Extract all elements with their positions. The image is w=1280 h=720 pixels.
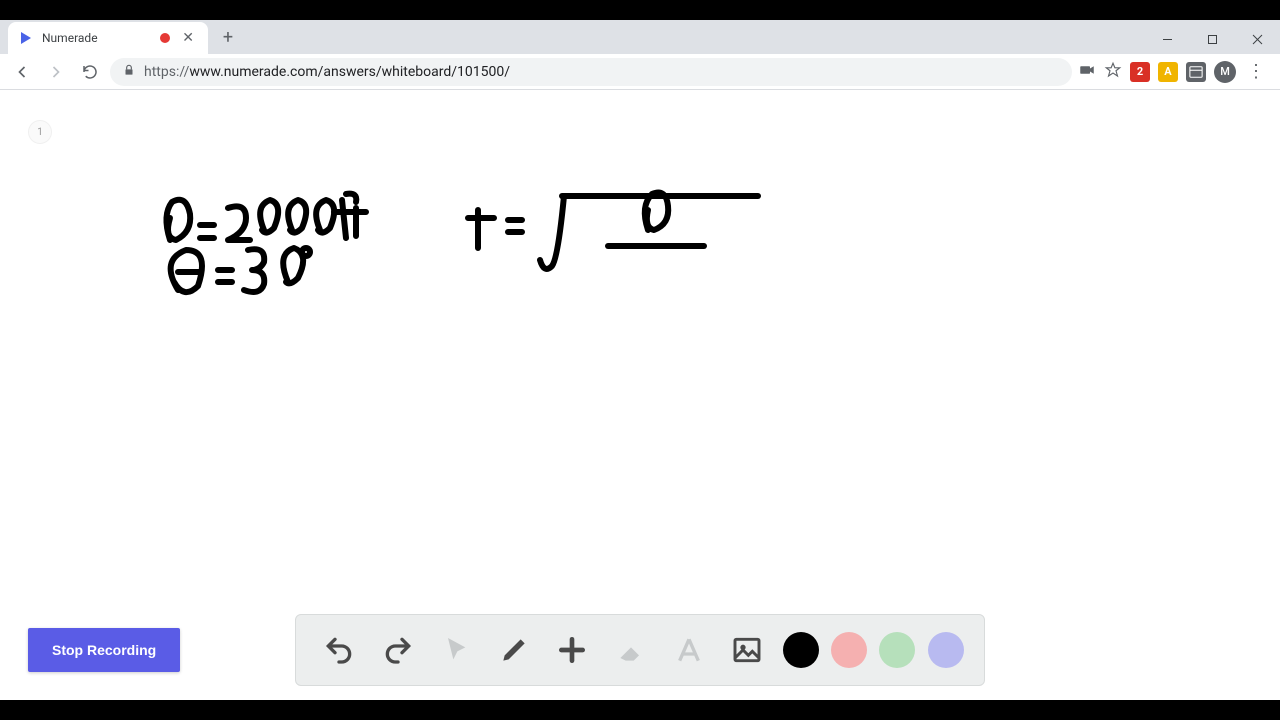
- browser-tab[interactable]: Numerade ✕: [8, 22, 208, 54]
- lock-icon: [122, 63, 136, 81]
- redo-button[interactable]: [375, 627, 421, 673]
- maximize-button[interactable]: [1190, 24, 1235, 54]
- image-tool[interactable]: [724, 627, 770, 673]
- minimize-button[interactable]: [1145, 24, 1190, 54]
- forward-button[interactable]: [42, 58, 70, 86]
- text-tool[interactable]: [666, 627, 712, 673]
- url-text: https://www.numerade.com/answers/whitebo…: [144, 64, 510, 80]
- whiteboard-toolbar: [295, 614, 985, 686]
- tab-close-icon[interactable]: ✕: [178, 30, 198, 46]
- extension-badge-3[interactable]: [1186, 62, 1206, 82]
- tab-strip: Numerade ✕ +: [0, 20, 1280, 54]
- whiteboard-canvas[interactable]: [0, 90, 1280, 700]
- pen-tool[interactable]: [491, 627, 537, 673]
- close-window-button[interactable]: [1235, 24, 1280, 54]
- star-icon[interactable]: [1104, 61, 1122, 83]
- add-tool[interactable]: [549, 627, 595, 673]
- color-purple[interactable]: [928, 632, 964, 668]
- page-content: 1: [0, 90, 1280, 700]
- extension-icons: 2 A M ⋮: [1078, 61, 1272, 83]
- back-button[interactable]: [8, 58, 36, 86]
- address-bar: https://www.numerade.com/answers/whitebo…: [0, 54, 1280, 90]
- window-controls: [1145, 24, 1280, 54]
- extension-badge-2[interactable]: A: [1158, 62, 1178, 82]
- profile-avatar[interactable]: M: [1214, 61, 1236, 83]
- undo-button[interactable]: [316, 627, 362, 673]
- url-input[interactable]: https://www.numerade.com/answers/whitebo…: [110, 58, 1072, 86]
- recording-indicator-icon: [160, 33, 170, 43]
- browser-window: Numerade ✕ + https://www.numerade.com/an…: [0, 20, 1280, 700]
- new-tab-button[interactable]: +: [214, 23, 242, 51]
- color-green[interactable]: [879, 632, 915, 668]
- numerade-favicon: [18, 30, 34, 46]
- chrome-menu-icon[interactable]: ⋮: [1244, 61, 1268, 82]
- color-black[interactable]: [783, 632, 819, 668]
- tab-title: Numerade: [42, 31, 152, 45]
- extension-badge-1[interactable]: 2: [1130, 62, 1150, 82]
- reload-button[interactable]: [76, 58, 104, 86]
- camera-icon[interactable]: [1078, 61, 1096, 83]
- color-red[interactable]: [831, 632, 867, 668]
- eraser-tool[interactable]: [608, 627, 654, 673]
- stop-recording-button[interactable]: Stop Recording: [28, 628, 180, 672]
- pointer-tool[interactable]: [433, 627, 479, 673]
